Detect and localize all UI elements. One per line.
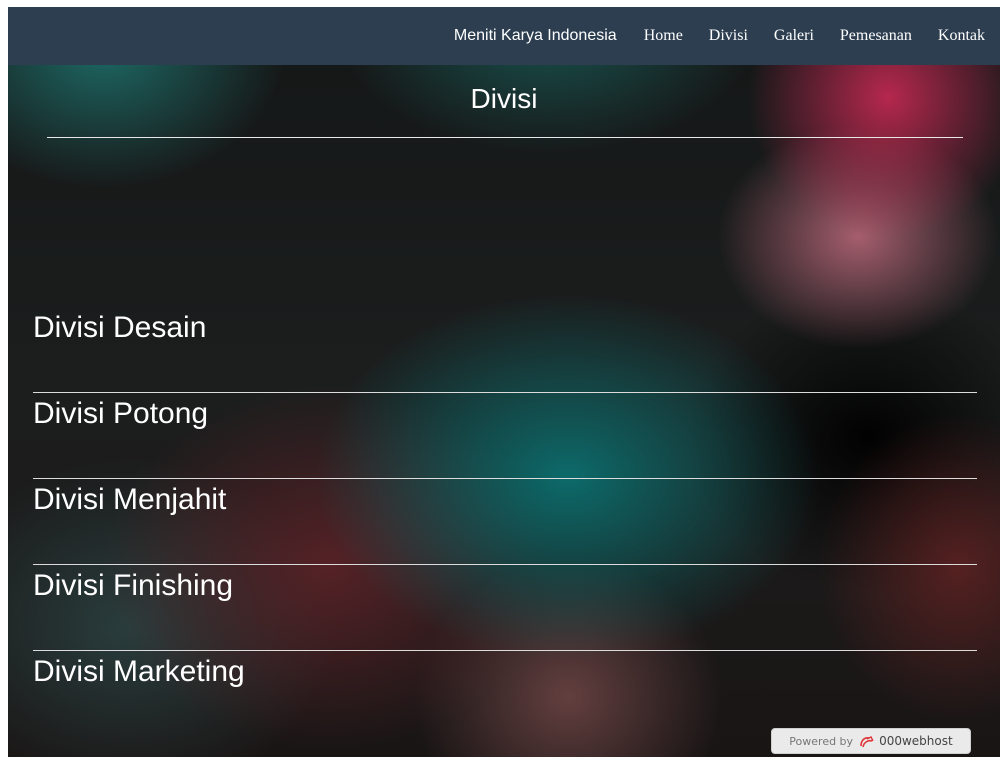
navbar-brand[interactable]: Meniti Karya Indonesia [454,27,617,45]
division-label[interactable]: Divisi Desain [33,311,206,345]
division-label[interactable]: Divisi Menjahit [33,483,226,517]
nav-link-pemesanan[interactable]: Pemesanan [840,27,912,45]
division-item-potong: Divisi Potong [33,393,977,479]
division-label[interactable]: Divisi Potong [33,397,208,431]
division-item-desain: Divisi Desain [33,307,977,393]
page-title: Divisi [470,83,538,114]
000webhost-logo-icon [859,734,875,748]
division-item-menjahit: Divisi Menjahit [33,479,977,565]
division-item-marketing: Divisi Marketing [33,651,977,737]
division-label[interactable]: Divisi Finishing [33,569,233,603]
host-name-label: 000webhost [879,734,953,748]
division-list: Divisi Desain Divisi Potong Divisi Menja… [33,307,977,737]
nav-link-kontak[interactable]: Kontak [938,27,985,45]
division-label[interactable]: Divisi Marketing [33,655,245,689]
powered-by-badge[interactable]: Powered by 000webhost [771,728,971,754]
browser-viewport: Meniti Karya Indonesia Home Divisi Galer… [8,7,1000,757]
powered-by-label: Powered by [789,734,854,748]
nav-link-divisi[interactable]: Divisi [709,27,748,45]
title-divider [47,137,963,138]
division-item-finishing: Divisi Finishing [33,565,977,651]
nav-link-galeri[interactable]: Galeri [774,27,814,45]
nav-link-home[interactable]: Home [644,27,683,45]
top-navbar: Meniti Karya Indonesia Home Divisi Galer… [8,7,1000,65]
